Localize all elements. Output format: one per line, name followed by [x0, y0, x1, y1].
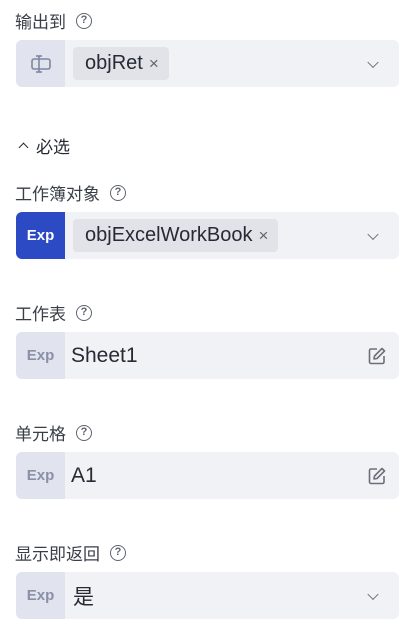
exp-toggle[interactable]: Exp — [16, 572, 65, 619]
output-field[interactable]: objRet × — [16, 40, 399, 87]
section-label: 必选 — [36, 138, 70, 157]
workbook-tag[interactable]: objExcelWorkBook × — [73, 219, 279, 252]
sheet-label: 工作表 — [15, 305, 66, 324]
workbook-label: 工作簿对象 — [15, 185, 100, 204]
edit-icon[interactable] — [367, 466, 387, 486]
chevron-down-icon[interactable] — [367, 228, 379, 240]
exp-toggle[interactable]: Exp — [16, 452, 65, 499]
output-tag[interactable]: objRet × — [73, 47, 169, 80]
help-icon[interactable]: ? — [76, 424, 92, 441]
help-icon[interactable]: ? — [76, 304, 92, 321]
show-return-field[interactable]: Exp 是 — [16, 572, 399, 619]
variable-icon — [30, 54, 51, 73]
variable-prefix[interactable] — [16, 40, 65, 87]
chevron-down-icon[interactable] — [367, 588, 379, 600]
show-return-select[interactable]: 是 — [73, 581, 94, 611]
chevron-up-icon — [18, 142, 29, 153]
required-section-toggle[interactable]: 必选 — [18, 133, 70, 158]
cell-label: 单元格 — [15, 425, 66, 444]
sheet-label-row: 工作表 ? — [15, 300, 92, 325]
workbook-field[interactable]: Exp objExcelWorkBook × — [16, 212, 399, 259]
cell-field[interactable]: Exp A1 — [16, 452, 399, 499]
workbook-label-row: 工作簿对象 ? — [15, 180, 126, 205]
output-tag-label: objRet — [85, 52, 143, 74]
close-icon[interactable]: × — [149, 54, 159, 74]
cell-input[interactable]: A1 — [71, 464, 97, 488]
sheet-field[interactable]: Exp Sheet1 — [16, 332, 399, 379]
workbook-tag-label: objExcelWorkBook — [85, 224, 253, 246]
exp-toggle[interactable]: Exp — [16, 332, 65, 379]
chevron-down-icon[interactable] — [367, 56, 379, 68]
exp-toggle[interactable]: Exp — [16, 212, 65, 259]
show-return-label-row: 显示即返回 ? — [15, 540, 126, 565]
help-icon[interactable]: ? — [110, 184, 126, 201]
cell-label-row: 单元格 ? — [15, 420, 92, 445]
help-icon[interactable]: ? — [76, 12, 92, 29]
sheet-input[interactable]: Sheet1 — [71, 344, 138, 368]
close-icon[interactable]: × — [258, 226, 268, 246]
output-label-row: 输出到 ? — [15, 8, 92, 33]
output-label: 输出到 — [15, 13, 66, 32]
help-icon[interactable]: ? — [110, 544, 126, 561]
edit-icon[interactable] — [367, 346, 387, 366]
show-return-label: 显示即返回 — [15, 545, 100, 564]
